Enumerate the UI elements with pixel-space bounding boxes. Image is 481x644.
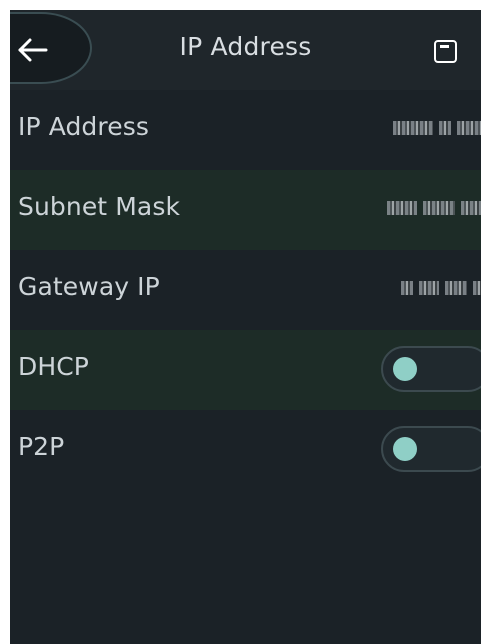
dhcp-row: DHCP [10,330,481,410]
gateway-ip-row[interactable]: Gateway IP [10,250,481,330]
p2p-toggle-knob [393,437,417,461]
p2p-row: P2P [10,410,481,490]
dhcp-toggle[interactable] [381,346,481,392]
subnet-mask-label: Subnet Mask [18,192,181,221]
save-icon [434,40,457,63]
page-title: IP Address [179,32,312,61]
dhcp-label: DHCP [18,352,89,381]
subnet-mask-value [387,200,481,216]
dhcp-toggle-knob [393,357,417,381]
subnet-mask-row[interactable]: Subnet Mask [10,170,481,250]
p2p-label: P2P [18,432,65,461]
ip-address-value [393,120,481,136]
save-button[interactable] [428,34,462,68]
gateway-ip-value [401,280,481,296]
header-bar: IP Address [10,10,481,90]
ip-address-row[interactable]: IP Address [10,90,481,170]
p2p-toggle[interactable] [381,426,481,472]
gateway-ip-label: Gateway IP [18,272,160,301]
ip-address-label: IP Address [18,112,149,141]
device-screen: IP Address IP Address Subnet Mask Gatewa… [10,10,481,644]
